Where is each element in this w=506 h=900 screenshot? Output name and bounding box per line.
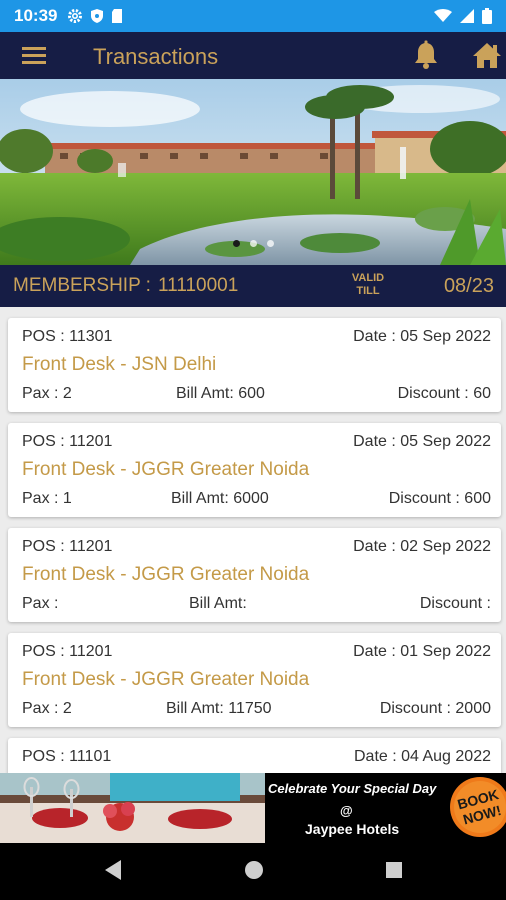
battery-icon [482,8,492,24]
recents-square-icon[interactable] [384,859,404,881]
ad-dining-image [0,773,265,843]
transaction-card[interactable]: POS : 11301 Date : 05 Sep 2022 Front Des… [8,318,501,412]
location-name: Front Desk - JSN Delhi [22,354,217,375]
valid-till-label: VALID TILL [348,272,388,298]
location-name: Front Desk - JGGR Greater Noida [22,564,310,585]
pos-field: POS : 11101 [22,748,112,765]
bell-icon[interactable] [412,40,440,70]
valid-label: VALID [351,272,385,284]
status-bar: 10:39 [0,0,506,32]
home-circle-icon[interactable] [244,859,264,881]
resort-banner-image [0,79,506,265]
carousel-dot[interactable] [249,240,257,247]
pos-field: POS : 11201 [22,433,113,450]
bill-amount-field: Bill Amt: 11750 [166,700,272,717]
wifi-icon [434,9,452,22]
membership-bar: MEMBERSHIP : 11110001 VALID TILL 08/23 [0,265,506,307]
pos-field: POS : 11201 [22,538,113,555]
carousel-dot[interactable] [266,240,274,247]
book-now-badge[interactable]: BOOK NOW! [448,775,506,839]
sim-card-icon [112,9,123,23]
date-field: Date : 05 Sep 2022 [353,328,491,345]
page-title: Transactions [93,44,219,69]
date-field: Date : 01 Sep 2022 [353,643,491,660]
ad-hotel-name: Jaypee Hotels [305,821,400,837]
date-field: Date : 04 Aug 2022 [353,748,491,765]
membership-label: MEMBERSHIP : [13,275,151,296]
transaction-card[interactable]: POS : 11201 Date : 01 Sep 2022 Front Des… [8,633,501,727]
signal-icon [460,9,474,23]
shield-icon [91,9,104,23]
transaction-card[interactable]: POS : 11201 Date : 02 Sep 2022 Front Des… [8,528,501,622]
pax-field: Pax : [22,595,59,612]
location-name: Front Desk - JGGR Greater Noida [22,669,310,690]
pax-field: Pax : 2 [22,700,72,717]
transaction-card[interactable]: POS : 11201 Date : 05 Sep 2022 Front Des… [8,423,501,517]
hamburger-menu-icon[interactable] [20,44,48,66]
home-icon[interactable] [472,41,502,69]
banner-carousel[interactable] [0,79,506,265]
pos-field: POS : 11301 [22,328,113,345]
carousel-dot[interactable] [232,240,240,247]
settings-gear-icon [68,9,83,23]
discount-field: Discount : [419,595,491,612]
transactions-list[interactable]: POS : 11301 Date : 05 Sep 2022 Front Des… [0,307,506,773]
valid-till-date: 08/23 [443,275,494,297]
pax-field: Pax : 2 [22,385,72,402]
transaction-card[interactable]: POS : 11101 Date : 04 Aug 2022 [8,738,501,773]
app-bar: Transactions [0,32,506,79]
ad-banner[interactable]: Celebrate Your Special Day @ Jaypee Hote… [0,773,506,843]
back-triangle-icon[interactable] [103,859,123,881]
carousel-indicator [0,240,506,247]
pos-field: POS : 11201 [22,643,113,660]
ad-headline: Celebrate Your Special Day [268,781,437,796]
status-time: 10:39 [14,6,58,25]
discount-field: Discount : 60 [397,385,491,402]
discount-field: Discount : 2000 [379,700,491,717]
bill-amount-field: Bill Amt: 6000 [171,490,269,507]
till-label: TILL [356,285,380,297]
pax-field: Pax : 1 [22,490,72,507]
date-field: Date : 05 Sep 2022 [353,433,491,450]
ad-at-symbol: @ [340,803,353,818]
membership-number: 11110001 [158,275,239,296]
discount-field: Discount : 600 [388,490,491,507]
location-name: Front Desk - JGGR Greater Noida [22,459,310,480]
date-field: Date : 02 Sep 2022 [353,538,491,555]
bill-amount-field: Bill Amt: [189,595,247,612]
system-nav-bar [0,843,506,900]
bill-amount-field: Bill Amt: 600 [176,385,265,402]
